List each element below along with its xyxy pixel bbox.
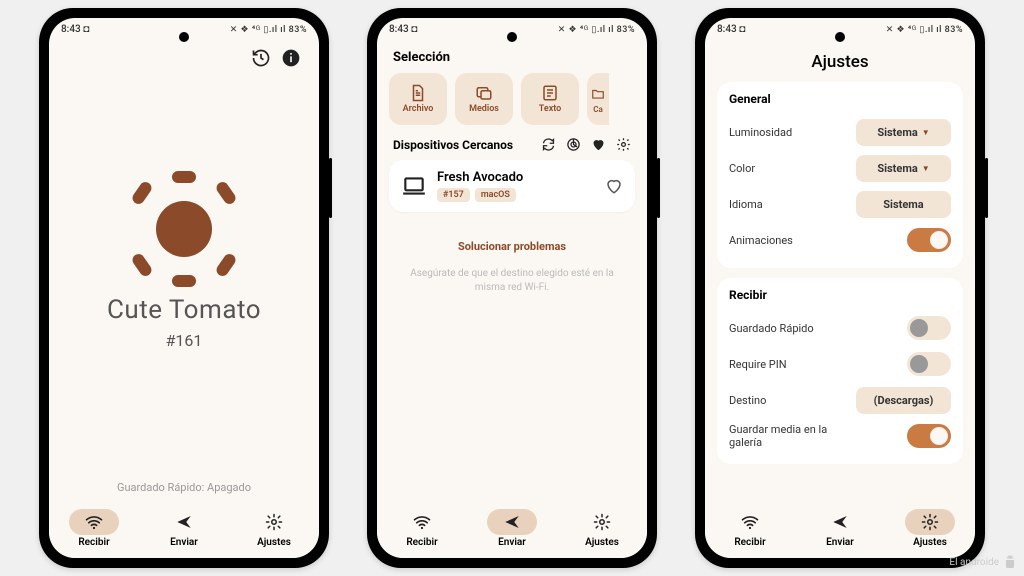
bottom-nav: Recibir Enviar Ajustes bbox=[705, 502, 975, 558]
nav-receive[interactable]: Recibir bbox=[725, 509, 775, 548]
color-select[interactable]: Sistema▼ bbox=[856, 155, 951, 182]
bottom-nav: Recibir Enviar Ajustes bbox=[49, 502, 319, 558]
receive-heading: Recibir bbox=[729, 288, 951, 302]
camera-hole bbox=[507, 32, 517, 42]
nav-label: Recibir bbox=[78, 537, 109, 548]
nav-settings[interactable]: Ajustes bbox=[249, 509, 299, 548]
folder-icon bbox=[591, 85, 605, 103]
send-icon bbox=[831, 513, 849, 531]
quicksave-toggle[interactable] bbox=[907, 316, 951, 340]
camera-hole bbox=[835, 32, 845, 42]
chip-folder[interactable]: Ca bbox=[587, 73, 609, 125]
gear-icon bbox=[265, 513, 283, 531]
quicksave-status: Guardado Rápido: Apagado bbox=[61, 481, 307, 494]
wifi-icon bbox=[741, 513, 759, 531]
language-button[interactable]: Sistema bbox=[856, 191, 951, 218]
heart-icon[interactable] bbox=[591, 137, 606, 152]
nav-label: Enviar bbox=[170, 537, 198, 548]
nav-send[interactable]: Enviar bbox=[159, 509, 209, 548]
bottom-nav: Recibir Enviar Ajustes bbox=[377, 502, 647, 558]
device-os-tag: macOS bbox=[475, 188, 516, 202]
device-hash-tag: #157 bbox=[437, 188, 470, 202]
selection-heading: Selección bbox=[393, 50, 635, 65]
pin-label: Require PIN bbox=[729, 358, 787, 371]
general-card: General Luminosidad Sistema▼ Color Siste… bbox=[717, 82, 963, 268]
phone-mockup-send: 8:43 ◘ ✕ ❖ ⁴ᴳ ▯.ıl ıl 83% Selección Arch… bbox=[367, 8, 657, 568]
nav-label: Recibir bbox=[734, 537, 765, 548]
media-icon bbox=[475, 84, 493, 102]
nav-label: Enviar bbox=[826, 537, 854, 548]
animations-toggle[interactable] bbox=[907, 228, 951, 252]
brightness-select[interactable]: Sistema▼ bbox=[856, 119, 951, 146]
sync-icon[interactable] bbox=[541, 137, 556, 152]
chevron-down-icon: ▼ bbox=[922, 164, 930, 173]
device-name: Cute Tomato bbox=[107, 295, 261, 325]
color-label: Color bbox=[729, 162, 755, 175]
send-icon bbox=[175, 513, 193, 531]
camera-hole bbox=[179, 32, 189, 42]
nav-label: Ajustes bbox=[913, 537, 947, 548]
nav-settings[interactable]: Ajustes bbox=[577, 509, 627, 548]
watermark: El androide bbox=[949, 554, 1018, 570]
nav-label: Ajustes bbox=[585, 537, 619, 548]
wifi-hint: Asegúrate de que el destino elegido esté… bbox=[389, 267, 635, 295]
nav-receive[interactable]: Recibir bbox=[397, 509, 447, 548]
laptop-icon bbox=[401, 173, 427, 199]
text-icon bbox=[541, 84, 559, 102]
general-heading: General bbox=[729, 92, 951, 106]
device-name: Fresh Avocado bbox=[437, 170, 595, 185]
nav-settings[interactable]: Ajustes bbox=[905, 509, 955, 548]
nearby-heading: Dispositivos Cercanos bbox=[393, 138, 513, 152]
gear-icon bbox=[593, 513, 611, 531]
android-icon bbox=[1002, 554, 1018, 570]
page-title: Ajustes bbox=[717, 52, 963, 72]
chip-text[interactable]: Texto bbox=[521, 73, 579, 125]
phone-mockup-receive: 8:43 ◘ ✕ ❖ ⁴ᴳ ▯.ıl ıl 83% bbox=[39, 8, 329, 568]
quicksave-label: Guardado Rápido bbox=[729, 322, 814, 335]
wifi-icon bbox=[85, 513, 103, 531]
radar-icon[interactable] bbox=[566, 137, 581, 152]
language-label: Idioma bbox=[729, 198, 763, 211]
chevron-down-icon: ▼ bbox=[922, 128, 930, 137]
animations-label: Animaciones bbox=[729, 234, 793, 247]
chip-media[interactable]: Medios bbox=[455, 73, 513, 125]
device-card[interactable]: Fresh Avocado #157 macOS bbox=[389, 160, 635, 212]
nav-label: Recibir bbox=[406, 537, 437, 548]
app-logo bbox=[124, 169, 244, 289]
selection-chips: Archivo Medios Texto Ca bbox=[389, 73, 635, 125]
nav-label: Enviar bbox=[498, 537, 526, 548]
file-icon bbox=[409, 84, 427, 102]
brightness-label: Luminosidad bbox=[729, 126, 792, 139]
phone-mockup-settings: 8:43 ◘ ✕ ❖ ⁴ᴳ ▯.ıl ıl 83% Ajustes Genera… bbox=[695, 8, 985, 568]
wifi-icon bbox=[413, 513, 431, 531]
savemedia-label: Guardar media en la galería bbox=[729, 423, 849, 449]
favorite-icon[interactable] bbox=[605, 177, 623, 195]
destination-label: Destino bbox=[729, 394, 766, 407]
savemedia-toggle[interactable] bbox=[907, 424, 951, 448]
gear-icon[interactable] bbox=[616, 137, 631, 152]
receive-card: Recibir Guardado Rápido Require PIN Dest… bbox=[717, 278, 963, 464]
nav-send[interactable]: Enviar bbox=[815, 509, 865, 548]
chip-file[interactable]: Archivo bbox=[389, 73, 447, 125]
destination-button[interactable]: (Descargas) bbox=[856, 387, 951, 414]
gear-icon bbox=[921, 513, 939, 531]
nav-receive[interactable]: Recibir bbox=[69, 509, 119, 548]
nav-label: Ajustes bbox=[257, 537, 291, 548]
send-icon bbox=[503, 513, 521, 531]
pin-toggle[interactable] bbox=[907, 352, 951, 376]
nav-send[interactable]: Enviar bbox=[487, 509, 537, 548]
device-hash: #161 bbox=[166, 331, 203, 350]
troubleshoot-link[interactable]: Solucionar problemas bbox=[389, 240, 635, 253]
